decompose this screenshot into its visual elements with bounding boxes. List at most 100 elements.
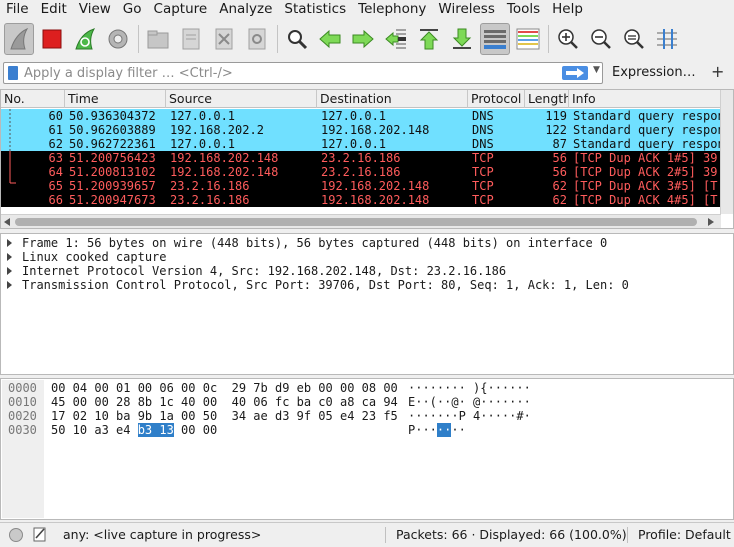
- scroll-right-arrow-icon[interactable]: [707, 218, 714, 226]
- colorize-icon[interactable]: [513, 23, 543, 55]
- column-header-protocol[interactable]: Protocol: [468, 90, 525, 108]
- menu-telephony[interactable]: Telephony: [352, 0, 432, 18]
- expand-triangle-icon[interactable]: [7, 266, 12, 275]
- byte-ascii[interactable]: E··(··@· @·······: [408, 395, 531, 409]
- byte-offset: 0010: [8, 395, 37, 409]
- expert-info-led-icon[interactable]: [9, 528, 23, 542]
- column-header-length[interactable]: Length: [525, 90, 569, 108]
- last-packet-icon[interactable]: [447, 23, 477, 55]
- cell-source: 127.0.0.1: [170, 137, 236, 151]
- menu-go[interactable]: Go: [117, 0, 148, 18]
- packet-row[interactable]: 62 50.962722361 127.0.0.1 127.0.0.1 DNS 87 Sta…: [1, 137, 721, 151]
- detail-text: Frame 1: 56 bytes on wire (448 bits), 56…: [22, 236, 608, 250]
- column-header-info[interactable]: Info: [569, 90, 721, 108]
- status-bar: any: <live capture in progress> Packets:…: [0, 522, 734, 547]
- packet-row[interactable]: 60 50.936304372 127.0.0.1 127.0.0.1 DNS 119 St…: [1, 109, 721, 123]
- restart-capture-icon[interactable]: [70, 23, 100, 55]
- display-filter-box: ▼: [3, 62, 603, 84]
- go-to-packet-icon[interactable]: [381, 23, 411, 55]
- hex-text: 00 04 00 01 00 06 00 0c 29 7b d9 eb 00 0…: [51, 381, 398, 395]
- zoom-in-icon[interactable]: [553, 23, 583, 55]
- open-file-icon[interactable]: [143, 23, 173, 55]
- packet-row[interactable]: 63 51.200756423 192.168.202.148 23.2.16.186…: [1, 151, 721, 165]
- find-packet-icon[interactable]: [282, 23, 312, 55]
- packet-list-vertical-scrollbar[interactable]: [720, 90, 733, 214]
- packet-row[interactable]: 61 50.962603889 192.168.202.2 192.168.202.1…: [1, 123, 721, 137]
- autoscroll-icon[interactable]: [480, 23, 510, 55]
- byte-ascii[interactable]: ·······P 4·····#·: [408, 409, 531, 423]
- menu-statistics[interactable]: Statistics: [278, 0, 352, 18]
- packet-row[interactable]: 66 51.200947673 23.2.16.186 192.168.202.148…: [1, 193, 721, 207]
- detail-row-linux-cooked[interactable]: Linux cooked capture: [7, 250, 167, 264]
- cell-destination: 192.168.202.148: [321, 179, 430, 193]
- menu-help[interactable]: Help: [546, 0, 589, 18]
- go-forward-icon[interactable]: [348, 23, 378, 55]
- zoom-out-icon[interactable]: [586, 23, 616, 55]
- cell-length: 122: [545, 123, 567, 137]
- save-file-icon[interactable]: [176, 23, 206, 55]
- cell-source: 23.2.16.186: [170, 179, 250, 193]
- reload-file-icon[interactable]: [242, 23, 272, 55]
- column-header-destination[interactable]: Destination: [317, 90, 468, 108]
- bookmark-icon[interactable]: [8, 66, 18, 80]
- column-header-no[interactable]: No.: [1, 90, 65, 108]
- go-back-icon[interactable]: [315, 23, 345, 55]
- stop-capture-icon[interactable]: [37, 23, 67, 55]
- shark-fin-start-icon[interactable]: [4, 23, 34, 55]
- resize-columns-icon[interactable]: [652, 23, 682, 55]
- filter-dropdown-chevron-icon[interactable]: ▼: [593, 65, 600, 75]
- profile-text[interactable]: Profile: Default: [638, 527, 731, 542]
- detail-text: Linux cooked capture: [22, 250, 167, 264]
- cell-source: 192.168.202.148: [170, 151, 279, 165]
- byte-hex[interactable]: 00 04 00 01 00 06 00 0c 29 7b d9 eb 00 0…: [51, 381, 398, 395]
- status-divider: [627, 527, 628, 543]
- byte-hex[interactable]: 50 10 a3 e4 b3 13 00 00: [51, 423, 217, 437]
- packet-list-horizontal-scrollbar[interactable]: [1, 214, 721, 228]
- capture-options-icon[interactable]: [103, 23, 133, 55]
- menu-tools[interactable]: Tools: [501, 0, 546, 18]
- cell-source: 23.2.16.186: [170, 193, 250, 207]
- apply-filter-arrow-icon[interactable]: [562, 66, 588, 80]
- cell-time: 51.200756423: [69, 151, 156, 165]
- menu-edit[interactable]: Edit: [35, 0, 73, 18]
- byte-ascii[interactable]: ········ ){······: [408, 381, 531, 395]
- expression-button[interactable]: Expression…: [612, 65, 696, 80]
- scroll-left-arrow-icon[interactable]: [4, 218, 11, 226]
- menu-capture[interactable]: Capture: [148, 0, 214, 18]
- packet-row[interactable]: 65 51.200939657 23.2.16.186 192.168.202.148…: [1, 179, 721, 193]
- detail-row-ipv4[interactable]: Internet Protocol Version 4, Src: 192.16…: [7, 264, 506, 278]
- byte-hex[interactable]: 17 02 10 ba 9b 1a 00 50 34 ae d3 9f 05 e…: [51, 409, 398, 423]
- expand-triangle-icon[interactable]: [7, 252, 12, 261]
- cell-time: 51.200813102: [69, 165, 156, 179]
- byte-hex[interactable]: 45 00 00 28 8b 1c 40 00 40 06 fc ba c0 a…: [51, 395, 398, 409]
- detail-text: Transmission Control Protocol, Src Port:…: [22, 278, 629, 292]
- menu-file[interactable]: File: [0, 0, 35, 18]
- close-file-icon[interactable]: [209, 23, 239, 55]
- packet-row[interactable]: 64 51.200813102 192.168.202.148 23.2.16.186…: [1, 165, 721, 179]
- selected-ascii-bytes[interactable]: ··: [436, 423, 452, 437]
- column-header-time[interactable]: Time: [65, 90, 166, 108]
- menu-analyze[interactable]: Analyze: [213, 0, 278, 18]
- display-filter-input[interactable]: [24, 64, 554, 82]
- byte-ascii[interactable]: P·······: [408, 423, 466, 437]
- selected-hex-bytes[interactable]: b3 13: [137, 423, 174, 437]
- detail-row-tcp[interactable]: Transmission Control Protocol, Src Port:…: [7, 278, 629, 292]
- capture-comment-icon[interactable]: [33, 526, 47, 542]
- detail-row-frame[interactable]: Frame 1: 56 bytes on wire (448 bits), 56…: [7, 236, 607, 250]
- first-packet-icon[interactable]: [414, 23, 444, 55]
- menu-view[interactable]: View: [73, 0, 117, 18]
- cell-info: Standard query response: [573, 137, 721, 151]
- menu-wireless[interactable]: Wireless: [432, 0, 501, 18]
- add-filter-button[interactable]: +: [711, 62, 724, 81]
- cell-length: 62: [552, 179, 567, 193]
- packet-count-text: Packets: 66 · Displayed: 66 (100.0%): [396, 527, 627, 542]
- ascii-text: E··(··@· @·······: [408, 395, 531, 409]
- cell-length: 87: [552, 137, 567, 151]
- expand-triangle-icon[interactable]: [7, 280, 12, 289]
- horizontal-scroll-thumb[interactable]: [15, 218, 697, 226]
- expand-triangle-icon[interactable]: [7, 238, 12, 247]
- cell-info: [TCP Dup ACK 4#5] [T: [573, 193, 718, 207]
- cell-source: 192.168.202.2: [170, 123, 264, 137]
- column-header-source[interactable]: Source: [166, 90, 317, 108]
- normal-size-icon[interactable]: [619, 23, 649, 55]
